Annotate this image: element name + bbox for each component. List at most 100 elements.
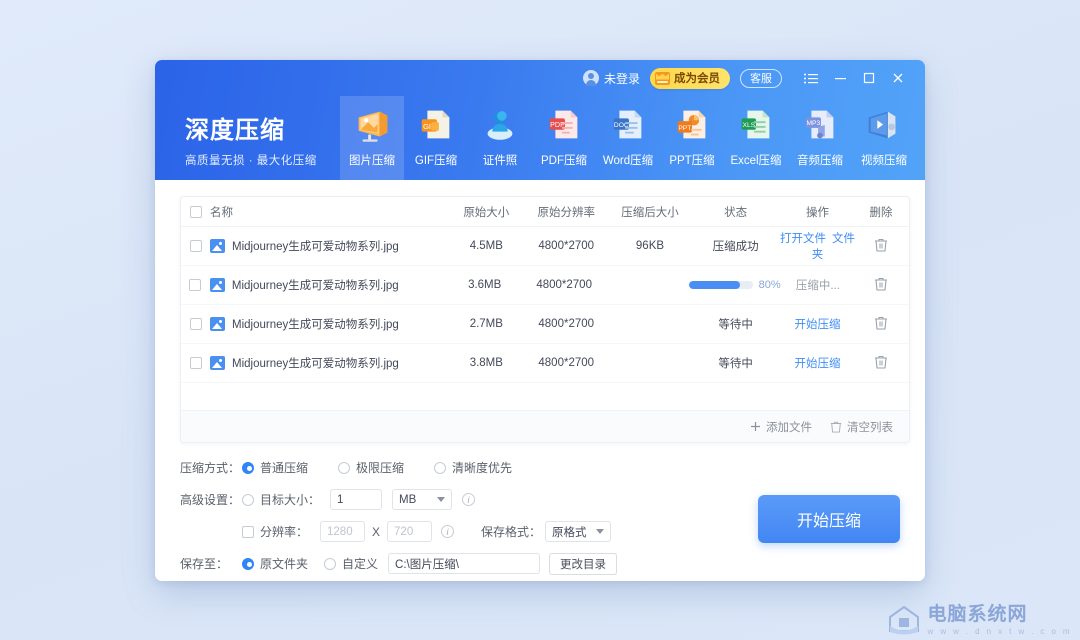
row-checkbox[interactable] [189,240,202,252]
audio-compress-icon: MP3 [805,110,834,139]
login-status-button[interactable]: 未登录 [582,70,640,87]
clear-list-button[interactable]: 清空列表 [830,419,893,435]
file-action-compressing: 压缩中... [795,280,841,292]
file-name: Midjourney生成可爱动物系列.jpg [232,319,399,331]
change-directory-button[interactable]: 更改目录 [549,552,618,575]
resolution-option[interactable]: 分辨率： [242,523,308,540]
file-delete-cell [855,276,907,294]
mode-option-normal[interactable]: 普通压缩 [242,459,308,476]
radio-original-folder[interactable] [242,557,254,570]
app-header: 未登录 成为会员 客服 深度压缩 高质量无损 · 最大化压缩 图片压缩 GIF … [155,60,925,180]
resolution-height-input[interactable]: 720 [387,521,433,542]
trash-icon[interactable] [874,237,888,252]
radio-custom-folder[interactable] [324,557,337,570]
mode-option-extreme[interactable]: 极限压缩 [338,459,404,476]
watermark-title: 电脑系统网 [927,603,1028,625]
app-subtitle: 高质量无损 · 最大化压缩 [185,155,317,167]
tab-label: Word压缩 [602,155,654,167]
tab-video-compress[interactable]: 视频压缩 [852,96,916,180]
start-compress-link[interactable]: 开始压缩 [794,319,840,331]
progress-bar-fill [688,281,740,289]
radio-target-size[interactable] [242,493,254,506]
compress-mode-row: 压缩方式： 普通压缩 极限压缩 清晰度优先 [180,455,740,480]
info-icon-resolution[interactable]: i [441,525,455,538]
advanced-settings-label: 高级设置： [180,493,241,507]
tab-image-compress[interactable]: 图片压缩 [340,96,404,180]
svg-text:MP3: MP3 [806,120,820,127]
open-file-link[interactable]: 打开文件 [780,233,826,245]
advanced-target-size-row: 高级设置： 目标大小： 1 MB i [180,487,740,512]
svg-text:XLS: XLS [743,122,756,129]
tab-word-compress[interactable]: DOC Word压缩 [596,96,660,180]
table-row: Midjourney生成可爱动物系列.jpg 3.8MB 4800*2700 等… [181,344,909,383]
row-checkbox[interactable] [189,279,202,291]
file-action-cell: 打开文件 文件夹 [780,230,855,262]
radio-clarity[interactable] [434,461,447,474]
trash-icon [830,421,842,433]
watermark-url: w w w . d n x t w . c o m [927,626,1072,636]
save-format-select[interactable]: 原格式 [545,521,612,542]
save-original-folder-option[interactable]: 原文件夹 [242,555,308,572]
maximize-icon[interactable] [856,66,882,90]
save-custom-label: 自定义 [342,557,379,571]
save-custom-option[interactable]: 自定义 [324,555,378,572]
image-thumbnail-icon [210,317,226,331]
progress-bar [688,281,753,289]
close-icon[interactable] [885,66,911,90]
file-delete-cell [855,237,907,255]
save-to-row: 保存至： 原文件夹 自定义 C:\图片压缩\ 更改目录 [180,551,740,576]
progress-label: 80% [758,279,781,291]
minimize-icon[interactable] [827,66,853,90]
file-status-progress: 80% [688,279,781,291]
resolution-checkbox[interactable] [242,525,254,538]
tab-label: Excel压缩 [730,155,782,167]
tab-audio-compress[interactable]: MP3 音频压缩 [788,96,852,180]
tab-label: 证件照 [482,155,518,167]
radio-normal[interactable] [242,461,254,474]
trash-icon[interactable] [874,315,888,330]
resolution-width-placeholder: 1280 [327,525,353,538]
file-action-cell: 开始压缩 [780,355,855,371]
radio-extreme[interactable] [338,461,351,474]
start-compress-link[interactable]: 开始压缩 [794,358,840,370]
select-all-checkbox[interactable] [189,205,202,218]
info-icon-target-size[interactable]: i [462,493,476,506]
tab-pdf-compress[interactable]: PDF PDF压缩 [532,96,596,180]
table-row: Midjourney生成可爱动物系列.jpg 2.7MB 4800*2700 等… [181,305,909,344]
table-header-row: 名称 原始大小 原始分辨率 压缩后大小 状态 操作 删除 [181,197,909,227]
row-select-cell [183,240,208,252]
tab-ppt-compress[interactable]: PPT PPT压缩 [660,96,724,180]
app-body: 名称 原始大小 原始分辨率 压缩后大小 状态 操作 删除 Midjourney生… [155,180,925,581]
compress-mode-label: 压缩方式： [180,461,241,475]
gif-compress-icon: GIF [421,110,450,139]
video-compress-icon [868,111,896,139]
row-checkbox[interactable] [189,357,202,369]
trash-icon[interactable] [874,354,888,369]
add-files-button[interactable]: 添加文件 [750,419,812,435]
row-checkbox[interactable] [189,318,202,330]
file-name: Midjourney生成可爱动物系列.jpg [231,280,399,292]
tab-gif-compress[interactable]: GIF GIF压缩 [404,96,468,180]
chevron-down-icon [437,497,446,502]
save-path-input[interactable]: C:\图片压缩\ [388,553,541,574]
tab-id-photo[interactable]: 证件照 [468,96,532,180]
start-compress-button[interactable]: 开始压缩 [758,495,900,543]
pdf-compress-icon: PDF [549,110,578,139]
column-header-original-resolution: 原始分辨率 [537,206,595,219]
table-row: Midjourney生成可爱动物系列.jpg 3.6MB 4800*2700 8… [181,266,909,305]
become-member-button[interactable]: 成为会员 [650,67,730,89]
target-size-input[interactable]: 1 [330,489,383,510]
image-thumbnail-icon [210,356,226,370]
target-size-option[interactable]: 目标大小： [242,491,320,508]
trash-icon[interactable] [874,276,888,291]
tab-label: 视频压缩 [861,155,907,167]
menu-list-icon[interactable] [798,66,824,90]
file-name-cell: Midjourney生成可爱动物系列.jpg [208,277,447,293]
mode-option-clarity[interactable]: 清晰度优先 [434,459,512,476]
target-size-unit-select[interactable]: MB [392,489,453,510]
tab-excel-compress[interactable]: XLS Excel压缩 [724,96,788,180]
column-header-action: 操作 [805,206,829,219]
resolution-width-input[interactable]: 1280 [320,521,366,542]
resolution-label: 分辨率： [260,525,309,539]
customer-service-button[interactable]: 客服 [740,68,782,88]
